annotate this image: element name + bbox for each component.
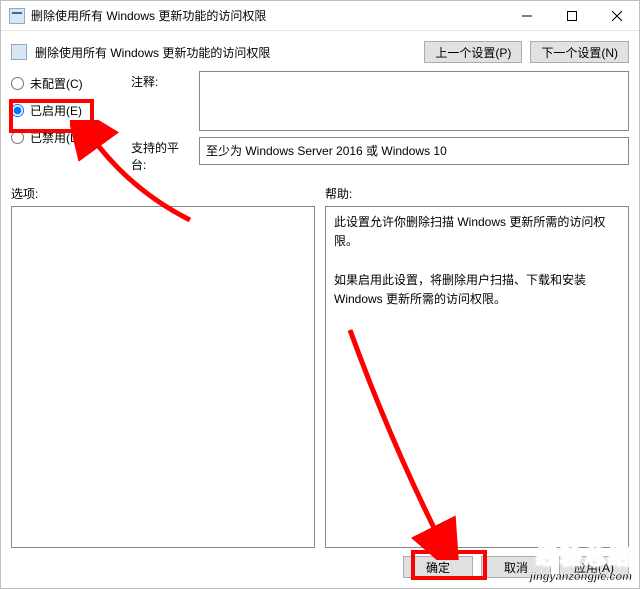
- fields: 注释: 支持的平台: 至少为 Windows Server 2016 或 Win…: [131, 71, 629, 173]
- radio-enabled-label: 已启用(E): [30, 102, 82, 119]
- radio-disabled-label: 已禁用(D): [30, 129, 83, 146]
- help-column: 帮助: 此设置允许你删除扫描 Windows 更新所需的访问权限。 如果启用此设…: [325, 185, 629, 548]
- titlebar: 删除使用所有 Windows 更新功能的访问权限: [1, 1, 639, 31]
- options-label: 选项:: [11, 185, 315, 202]
- help-label: 帮助:: [325, 185, 629, 202]
- options-column: 选项:: [11, 185, 315, 548]
- config-area: 未配置(C) 已启用(E) 已禁用(D) 注释: 支持的平台:: [11, 71, 629, 173]
- dialog-content: 删除使用所有 Windows 更新功能的访问权限 上一个设置(P) 下一个设置(…: [1, 31, 639, 588]
- help-paragraph-1: 此设置允许你删除扫描 Windows 更新所需的访问权限。: [334, 213, 620, 251]
- radio-not-configured-label: 未配置(C): [30, 75, 83, 92]
- help-box[interactable]: 此设置允许你删除扫描 Windows 更新所需的访问权限。 如果启用此设置，将删…: [325, 206, 629, 548]
- previous-setting-button[interactable]: 上一个设置(P): [424, 41, 522, 63]
- radio-disabled[interactable]: 已禁用(D): [11, 129, 121, 146]
- radio-group: 未配置(C) 已启用(E) 已禁用(D): [11, 71, 121, 173]
- close-button[interactable]: [594, 1, 639, 30]
- minimize-button[interactable]: [504, 1, 549, 30]
- platform-text: 至少为 Windows Server 2016 或 Windows 10: [199, 137, 629, 165]
- platform-label: 支持的平台:: [131, 137, 193, 173]
- radio-enabled-input[interactable]: [11, 104, 24, 117]
- radio-enabled[interactable]: 已启用(E): [11, 102, 121, 119]
- comments-label: 注释:: [131, 71, 193, 131]
- radio-disabled-input[interactable]: [11, 131, 24, 144]
- platform-row: 支持的平台: 至少为 Windows Server 2016 或 Windows…: [131, 137, 629, 173]
- policy-title: 删除使用所有 Windows 更新功能的访问权限: [35, 44, 424, 61]
- radio-not-configured[interactable]: 未配置(C): [11, 75, 121, 92]
- dialog-footer: 确定 取消 应用(A): [11, 548, 629, 578]
- dialog-window: 删除使用所有 Windows 更新功能的访问权限 删除使用所有 Windows …: [0, 0, 640, 589]
- window-controls: [504, 1, 639, 30]
- nav-buttons: 上一个设置(P) 下一个设置(N): [424, 41, 629, 63]
- app-icon: [9, 8, 25, 24]
- two-column-area: 选项: 帮助: 此设置允许你删除扫描 Windows 更新所需的访问权限。 如果…: [11, 185, 629, 548]
- help-paragraph-2: 如果启用此设置，将删除用户扫描、下载和安装 Windows 更新所需的访问权限。: [334, 271, 620, 309]
- header-row: 删除使用所有 Windows 更新功能的访问权限 上一个设置(P) 下一个设置(…: [11, 37, 629, 71]
- ok-button[interactable]: 确定: [403, 556, 473, 578]
- radio-not-configured-input[interactable]: [11, 77, 24, 90]
- options-box[interactable]: [11, 206, 315, 548]
- cancel-button[interactable]: 取消: [481, 556, 551, 578]
- next-setting-button[interactable]: 下一个设置(N): [530, 41, 629, 63]
- apply-button[interactable]: 应用(A): [559, 556, 629, 578]
- maximize-button[interactable]: [549, 1, 594, 30]
- window-title: 删除使用所有 Windows 更新功能的访问权限: [31, 7, 504, 24]
- comments-textarea[interactable]: [199, 71, 629, 131]
- policy-icon: [11, 44, 27, 60]
- comments-row: 注释:: [131, 71, 629, 131]
